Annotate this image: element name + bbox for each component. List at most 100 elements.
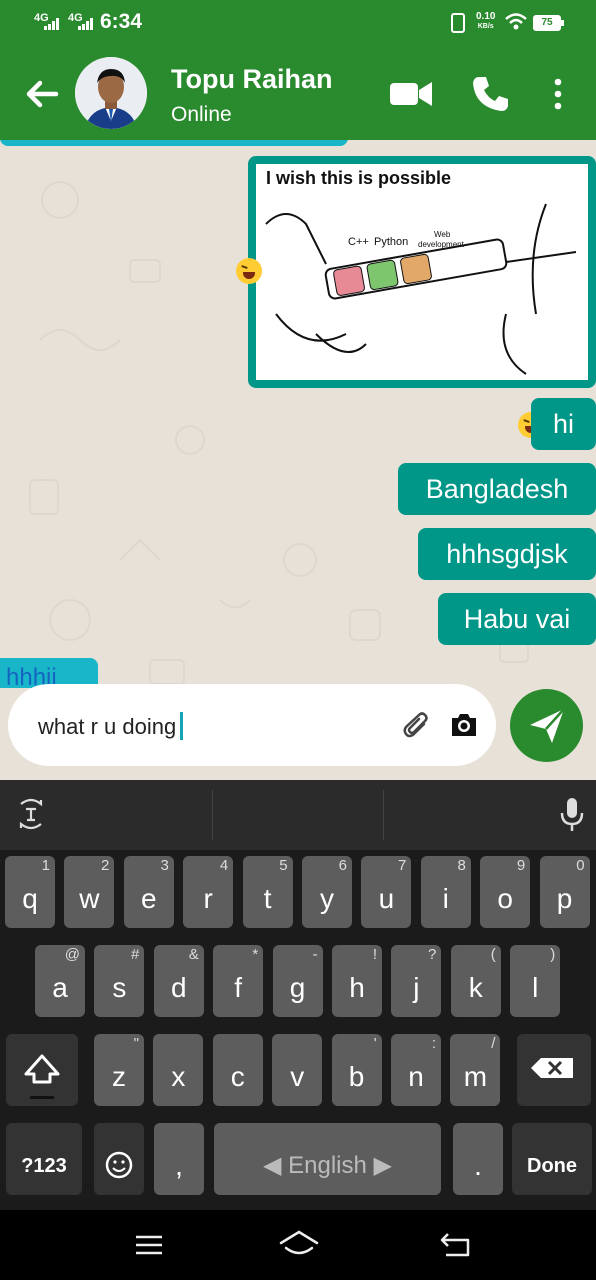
key-label: . bbox=[474, 1150, 482, 1181]
key-j[interactable]: ? j bbox=[391, 945, 442, 1017]
key-hint: ' bbox=[373, 1035, 377, 1052]
key-m[interactable]: / m bbox=[450, 1034, 501, 1106]
contact-status: Online bbox=[171, 103, 232, 126]
key-r[interactable]: 4r bbox=[183, 856, 234, 928]
key-label: f bbox=[234, 972, 243, 1003]
send-icon bbox=[530, 708, 565, 743]
key-s[interactable]: # s bbox=[94, 945, 145, 1017]
key-label: b bbox=[348, 1061, 365, 1092]
suggestion-divider bbox=[212, 790, 213, 840]
key-label: t bbox=[263, 883, 272, 914]
key-label: l bbox=[532, 972, 539, 1003]
avatar[interactable] bbox=[75, 57, 147, 129]
key-hint: * bbox=[252, 946, 259, 963]
status-bar: 4G 4G 6:34 0.10 KB/s 75 bbox=[0, 0, 596, 46]
key-label: x bbox=[171, 1061, 186, 1092]
key-w[interactable]: 2w bbox=[64, 856, 115, 928]
back-arrow-icon[interactable] bbox=[22, 74, 62, 114]
image-message-bubble[interactable]: I wish this is possible C++ Python Web d… bbox=[248, 156, 596, 388]
back-nav-icon[interactable] bbox=[438, 1230, 472, 1258]
key-hint: 5 bbox=[279, 857, 288, 874]
key-label: i bbox=[442, 883, 449, 914]
key-t[interactable]: 5t bbox=[242, 856, 293, 928]
microphone-icon[interactable] bbox=[558, 796, 586, 834]
reaction-emoji-icon[interactable] bbox=[236, 258, 262, 284]
syringe-illustration bbox=[265, 203, 577, 375]
key-a[interactable]: @ a bbox=[35, 945, 85, 1017]
key-o[interactable]: 9o bbox=[480, 856, 531, 928]
home-icon[interactable] bbox=[278, 1228, 320, 1260]
message-bubble[interactable]: hhhsgdjsk bbox=[418, 528, 596, 580]
key-label: q bbox=[22, 883, 38, 914]
key-label: n bbox=[408, 1061, 424, 1092]
key-u[interactable]: 7u bbox=[361, 856, 412, 928]
period-key[interactable]: . bbox=[453, 1123, 503, 1195]
camera-icon[interactable] bbox=[449, 712, 479, 738]
message-input-text: what r u doing bbox=[38, 714, 177, 739]
message-bubble[interactable]: Bangladesh bbox=[398, 463, 596, 515]
recent-apps-icon[interactable] bbox=[134, 1234, 164, 1256]
key-f[interactable]: * f bbox=[213, 945, 264, 1017]
key-hint: 0 bbox=[576, 857, 585, 874]
key-label: d bbox=[171, 972, 187, 1003]
backspace-icon bbox=[531, 1058, 573, 1078]
symbols-key[interactable]: ?123 bbox=[6, 1123, 82, 1195]
key-q[interactable]: 1q bbox=[5, 856, 55, 928]
key-z[interactable]: " z bbox=[94, 1034, 144, 1106]
attach-icon[interactable] bbox=[402, 710, 432, 740]
key-k[interactable]: (k bbox=[450, 945, 501, 1017]
key-label: s bbox=[112, 972, 127, 1003]
key-e[interactable]: 3e bbox=[123, 856, 174, 928]
phone-call-icon[interactable] bbox=[470, 74, 510, 114]
backspace-key[interactable] bbox=[517, 1034, 591, 1106]
more-options-icon[interactable] bbox=[548, 76, 568, 112]
key-label: w bbox=[79, 883, 100, 914]
key-l[interactable]: ) l bbox=[510, 945, 561, 1017]
key-d[interactable]: & d bbox=[153, 945, 204, 1017]
message-bubble[interactable]: hi bbox=[531, 398, 596, 450]
key-label: p bbox=[556, 883, 573, 914]
key-h[interactable]: ! h bbox=[332, 945, 382, 1017]
key-i[interactable]: 8i bbox=[420, 856, 471, 928]
message-input-container[interactable]: what r u doing bbox=[8, 684, 496, 766]
key-y[interactable]: 6y bbox=[302, 856, 352, 928]
key-label: e bbox=[141, 883, 157, 914]
done-key[interactable]: Done bbox=[512, 1123, 592, 1195]
network-speed-value: 0.10 bbox=[476, 11, 496, 22]
key-v[interactable]: v bbox=[272, 1034, 323, 1106]
shift-key[interactable] bbox=[6, 1034, 78, 1106]
key-hint: ( bbox=[490, 946, 496, 963]
key-hint: 8 bbox=[457, 857, 466, 874]
space-language: English bbox=[288, 1152, 367, 1179]
key-x[interactable]: x bbox=[153, 1034, 204, 1106]
key-g[interactable]: -g bbox=[272, 945, 323, 1017]
key-label: k bbox=[468, 972, 483, 1003]
translate-icon[interactable] bbox=[16, 798, 46, 830]
space-key[interactable]: ◀ English ▶ bbox=[214, 1123, 441, 1195]
contact-name[interactable]: Topu Raihan bbox=[171, 64, 333, 95]
vibrate-icon bbox=[451, 13, 465, 33]
message-input[interactable]: what r u doing bbox=[38, 712, 184, 740]
meme-image[interactable]: I wish this is possible C++ Python Web d… bbox=[256, 164, 588, 380]
comma-key[interactable]: , bbox=[154, 1123, 204, 1195]
video-call-icon[interactable] bbox=[388, 76, 434, 112]
key-hint: 6 bbox=[338, 857, 347, 874]
chat-header: Topu Raihan Online bbox=[0, 46, 596, 140]
key-hint: 9 bbox=[516, 857, 526, 874]
key-c[interactable]: c bbox=[212, 1034, 263, 1106]
key-n[interactable]: :n bbox=[391, 1034, 441, 1106]
label-web: Web bbox=[434, 230, 451, 239]
key-p[interactable]: 0p bbox=[539, 856, 590, 928]
message-bubble[interactable]: Habu vai bbox=[438, 593, 596, 645]
key-b[interactable]: ' b bbox=[331, 1034, 382, 1106]
signal-icon bbox=[78, 18, 94, 30]
suggestion-bar bbox=[0, 780, 596, 850]
key-hint: ) bbox=[550, 946, 556, 963]
send-button[interactable] bbox=[510, 689, 583, 762]
key-hint: " bbox=[133, 1035, 139, 1052]
key-label: h bbox=[349, 972, 365, 1003]
emoji-key[interactable] bbox=[94, 1123, 144, 1195]
network-speed-unit: KB/s bbox=[477, 23, 494, 30]
key-label: m bbox=[463, 1061, 488, 1092]
key-label: z bbox=[112, 1061, 126, 1092]
